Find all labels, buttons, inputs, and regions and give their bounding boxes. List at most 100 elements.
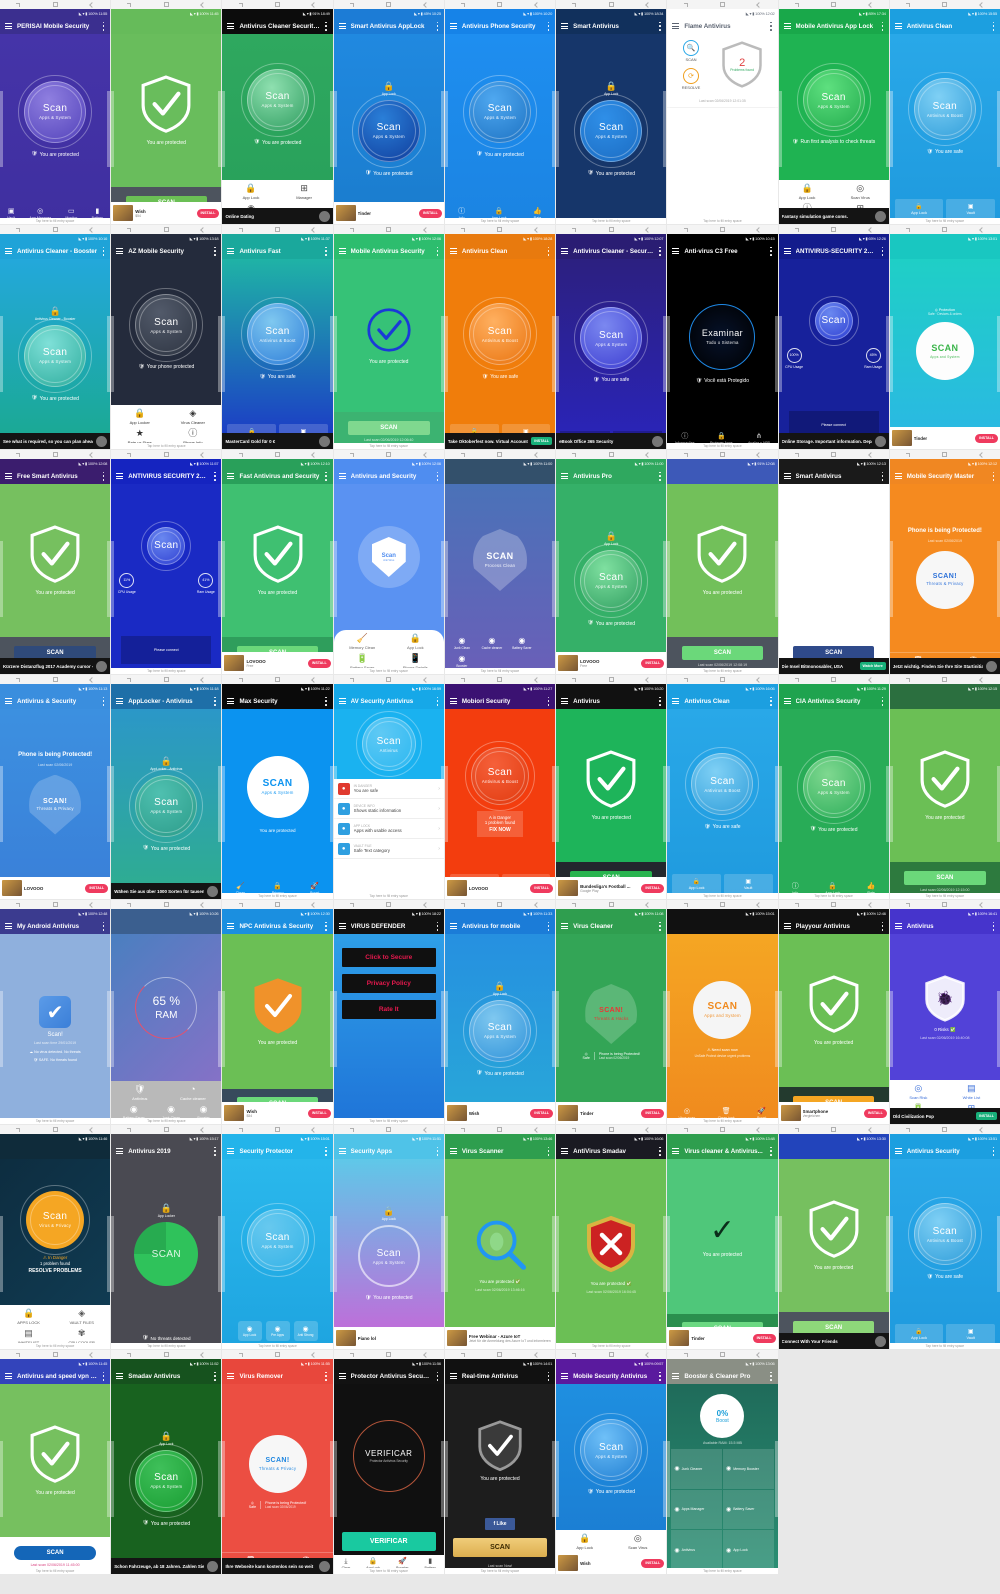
nav-sq-icon[interactable] <box>52 1127 58 1132</box>
scroll-handle-right[interactable] <box>218 991 222 1067</box>
scroll-handle-right[interactable] <box>107 991 111 1067</box>
nav-sq-icon[interactable] <box>831 902 837 907</box>
action-button[interactable]: ◉ Pre Apps <box>265 1321 290 1341</box>
nav-bk-icon[interactable] <box>645 901 651 908</box>
action-button[interactable]: 🔒App Lock <box>894 1324 944 1344</box>
menu-icon[interactable] <box>783 23 791 29</box>
scroll-handle-left[interactable] <box>0 316 3 392</box>
scan-button[interactable]: Scan Apps & System <box>574 1413 649 1487</box>
nav-bk-icon[interactable] <box>422 226 429 233</box>
nav-bk-icon[interactable] <box>311 676 318 683</box>
menu-icon[interactable] <box>116 473 124 479</box>
nav-sq-icon[interactable] <box>608 227 614 232</box>
ad-arrow-icon[interactable] <box>652 435 664 447</box>
nav-rc-icon[interactable] <box>905 677 910 682</box>
menu-icon[interactable] <box>672 698 680 704</box>
ad-banner[interactable]: Take Oktoberfest now. Virtual Account wi… <box>444 433 556 449</box>
scroll-handle-right[interactable] <box>107 766 111 842</box>
nav-bk-icon[interactable] <box>645 451 651 458</box>
menu-icon[interactable] <box>116 1148 124 1154</box>
scroll-handle-left[interactable] <box>222 91 226 167</box>
scroll-handle-right[interactable] <box>552 1441 556 1517</box>
nav-sq-icon[interactable] <box>163 452 169 457</box>
scan-button[interactable]: Examinar Todo o Sistema <box>689 304 756 371</box>
nav-sq-icon[interactable] <box>275 1127 281 1132</box>
nav-sq-icon[interactable] <box>386 227 392 232</box>
ad-install-button[interactable]: INSTALL <box>530 883 554 893</box>
nav-rc-icon[interactable] <box>349 677 354 682</box>
menu-icon[interactable] <box>338 473 346 479</box>
nav-bk-icon[interactable] <box>89 226 95 233</box>
scan-button[interactable]: Scan Antivirus & Boost <box>907 72 982 146</box>
scroll-handle-left[interactable] <box>444 1216 448 1292</box>
nav-rc-icon[interactable] <box>572 452 577 457</box>
nav-rc-icon[interactable] <box>127 902 132 907</box>
menu-icon[interactable] <box>561 698 569 704</box>
nav-bk-icon[interactable] <box>422 1351 429 1358</box>
ad-install-button[interactable]: INSTALL <box>418 208 442 218</box>
ad-banner[interactable]: Fantasy simulation game coms. <box>778 208 889 224</box>
nav-bk-icon[interactable] <box>756 451 763 458</box>
nav-rc-icon[interactable] <box>572 2 577 7</box>
scroll-handle-left[interactable] <box>778 766 782 842</box>
overflow-menu-icon[interactable] <box>213 1146 216 1156</box>
nav-sq-icon[interactable] <box>386 452 392 457</box>
overflow-menu-icon[interactable] <box>547 1371 550 1381</box>
nav-sq-icon[interactable] <box>608 677 614 682</box>
nav-rc-icon[interactable] <box>905 227 910 232</box>
nav-bk-icon[interactable] <box>200 1 207 8</box>
nav-sq-icon[interactable] <box>497 677 503 682</box>
nav-sq-icon[interactable] <box>52 1352 58 1357</box>
scan-button[interactable]: Scan Antivirus & Boost <box>907 1197 982 1271</box>
nav-sq-icon[interactable] <box>386 1127 392 1132</box>
scan-button[interactable]: Scan Apps & System <box>574 93 649 168</box>
overflow-menu-icon[interactable] <box>325 21 328 31</box>
nav-bk-icon[interactable] <box>311 1126 318 1133</box>
feature-tile[interactable]: ◉ Antivirus <box>671 1530 722 1570</box>
nav-bk-icon[interactable] <box>89 676 95 683</box>
ad-banner[interactable]: MasterCard Gold für 0 € <box>222 433 333 449</box>
menu-icon[interactable] <box>894 473 902 479</box>
overflow-menu-icon[interactable] <box>436 1146 439 1156</box>
feature-tile[interactable]: 🧹 Memory Clean <box>337 634 388 651</box>
nav-sq-icon[interactable] <box>719 677 725 682</box>
nav-sq-icon[interactable] <box>275 227 281 232</box>
feature-tile[interactable]: ◉ Junk Cleaner <box>671 1449 722 1489</box>
nav-rc-icon[interactable] <box>16 677 21 682</box>
scan-button[interactable]: SCAN Process Clean <box>472 529 527 591</box>
scroll-handle-left[interactable] <box>333 316 337 392</box>
nav-bk-icon[interactable] <box>200 451 207 458</box>
scroll-handle-left[interactable] <box>0 541 3 617</box>
ad-banner[interactable]: Tinder INSTALL <box>333 202 444 224</box>
scroll-handle-right[interactable] <box>552 541 556 617</box>
overflow-menu-icon[interactable] <box>547 1146 550 1156</box>
ad-banner[interactable]: Tinder INSTALL <box>667 1327 778 1349</box>
overflow-menu-icon[interactable] <box>770 696 773 706</box>
scroll-handle-right[interactable] <box>440 541 444 617</box>
overflow-menu-icon[interactable] <box>102 246 105 256</box>
scan-button[interactable]: Scan Antivirus & Boost <box>685 747 760 821</box>
nav-rc-icon[interactable] <box>683 677 688 682</box>
ad-banner[interactable]: LOVOOO Free INSTALL <box>556 652 667 674</box>
nav-bk-icon[interactable] <box>756 1126 763 1133</box>
list-item[interactable]: ● DEVICE INFO Shows static information › <box>333 799 444 819</box>
nav-bk-icon[interactable] <box>867 226 874 233</box>
nav-rc-icon[interactable] <box>349 452 354 457</box>
nav-rc-icon[interactable] <box>127 1127 132 1132</box>
app-lock-badge[interactable]: 🔒 App Locker <box>158 1204 175 1219</box>
nav-sq-icon[interactable] <box>719 1352 725 1357</box>
nav-bk-icon[interactable] <box>422 1 429 8</box>
boost-button[interactable]: 0% Boost <box>700 1394 745 1438</box>
menu-icon[interactable] <box>338 248 346 254</box>
scroll-handle-right[interactable] <box>440 1216 444 1292</box>
nav-rc-icon[interactable] <box>127 677 132 682</box>
overflow-menu-icon[interactable] <box>770 1146 773 1156</box>
scroll-handle-left[interactable] <box>667 541 671 617</box>
nav-sq-icon[interactable] <box>942 2 948 7</box>
nav-rc-icon[interactable] <box>238 2 243 7</box>
scroll-handle-left[interactable] <box>111 1216 115 1292</box>
scroll-handle-left[interactable] <box>222 1216 226 1292</box>
feature-tile[interactable]: ◉Battery Saver <box>509 636 535 650</box>
nav-rc-icon[interactable] <box>794 2 799 7</box>
overflow-menu-icon[interactable] <box>102 471 105 481</box>
